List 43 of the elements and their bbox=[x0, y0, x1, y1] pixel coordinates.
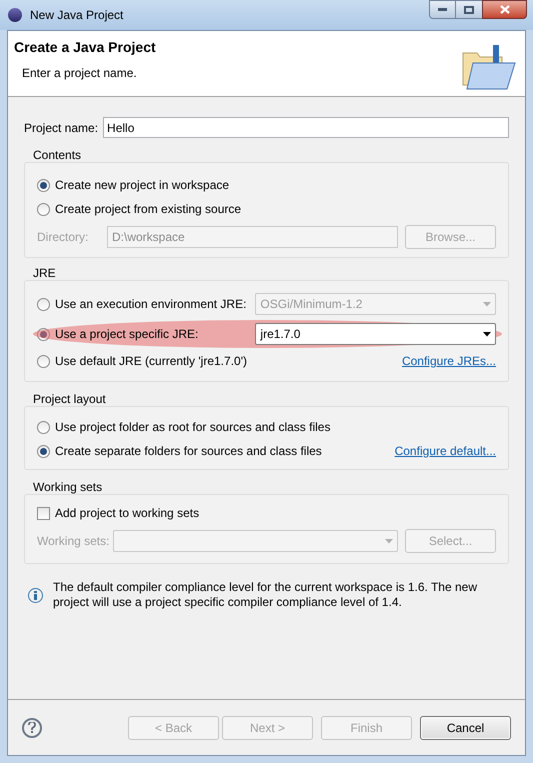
group-title: JRE bbox=[32, 265, 57, 282]
dropdown-value: OSGi/Minimum-1.2 bbox=[260, 296, 362, 313]
radio-button[interactable] bbox=[37, 202, 50, 216]
maximize-icon[interactable] bbox=[456, 0, 482, 19]
radio-label: Use a project specific JRE: bbox=[55, 326, 200, 343]
group-title: Contents bbox=[32, 147, 82, 164]
field-label: Working sets: bbox=[37, 533, 110, 550]
dropdown-value: jre1.7.0 bbox=[260, 326, 300, 343]
caret-icon bbox=[483, 302, 491, 306]
link[interactable]: Configure default... bbox=[394, 442, 496, 460]
radio-button[interactable] bbox=[37, 444, 50, 458]
dropdown[interactable]: jre1.7.0 bbox=[255, 323, 496, 345]
checkbox-label: Add project to working sets bbox=[55, 505, 200, 522]
link[interactable]: Configure JREs... bbox=[402, 352, 496, 370]
minimize-icon[interactable] bbox=[429, 0, 456, 19]
button[interactable]: Cancel bbox=[420, 716, 511, 740]
app-icon bbox=[8, 8, 22, 22]
radio-button[interactable] bbox=[37, 420, 50, 434]
field-label: Project name: bbox=[24, 120, 98, 136]
radio-label: Create project from existing source bbox=[55, 201, 242, 218]
radio-button[interactable] bbox=[37, 298, 50, 310]
radio-label: Use an execution environment JRE: bbox=[55, 296, 248, 313]
info-message: The default compiler compliance level for the current workspace is 1.6. The new project will use a project specific compiler compliance level of 1.4. bbox=[53, 580, 478, 610]
project-name-field[interactable]: Hello bbox=[103, 117, 509, 138]
radio-label: Use default JRE (currently 'jre1.7.0') bbox=[55, 353, 247, 370]
radio-button[interactable] bbox=[37, 354, 50, 368]
page-subtitle: Enter a project name. bbox=[22, 65, 138, 82]
radio-button[interactable] bbox=[37, 178, 50, 192]
radio-label: Create new project in workspace bbox=[55, 177, 230, 194]
group-title: Working sets bbox=[32, 479, 104, 496]
caret-icon bbox=[385, 538, 393, 544]
close-icon[interactable] bbox=[482, 0, 527, 19]
field-label: Directory: bbox=[37, 229, 90, 246]
help-icon[interactable] bbox=[22, 718, 42, 738]
info-icon bbox=[28, 588, 43, 602]
checkbox[interactable] bbox=[37, 506, 50, 520]
radio-label: Create separate folders for sources and class files bbox=[55, 443, 322, 460]
radio-button[interactable] bbox=[37, 328, 50, 340]
window-title: New Java Project bbox=[30, 7, 124, 24]
group-title: Project layout bbox=[32, 391, 107, 408]
radio-label: Use project folder as root for sources and class files bbox=[55, 419, 330, 436]
page-title: Create a Java Project bbox=[14, 38, 156, 57]
caret-icon bbox=[483, 332, 491, 336]
